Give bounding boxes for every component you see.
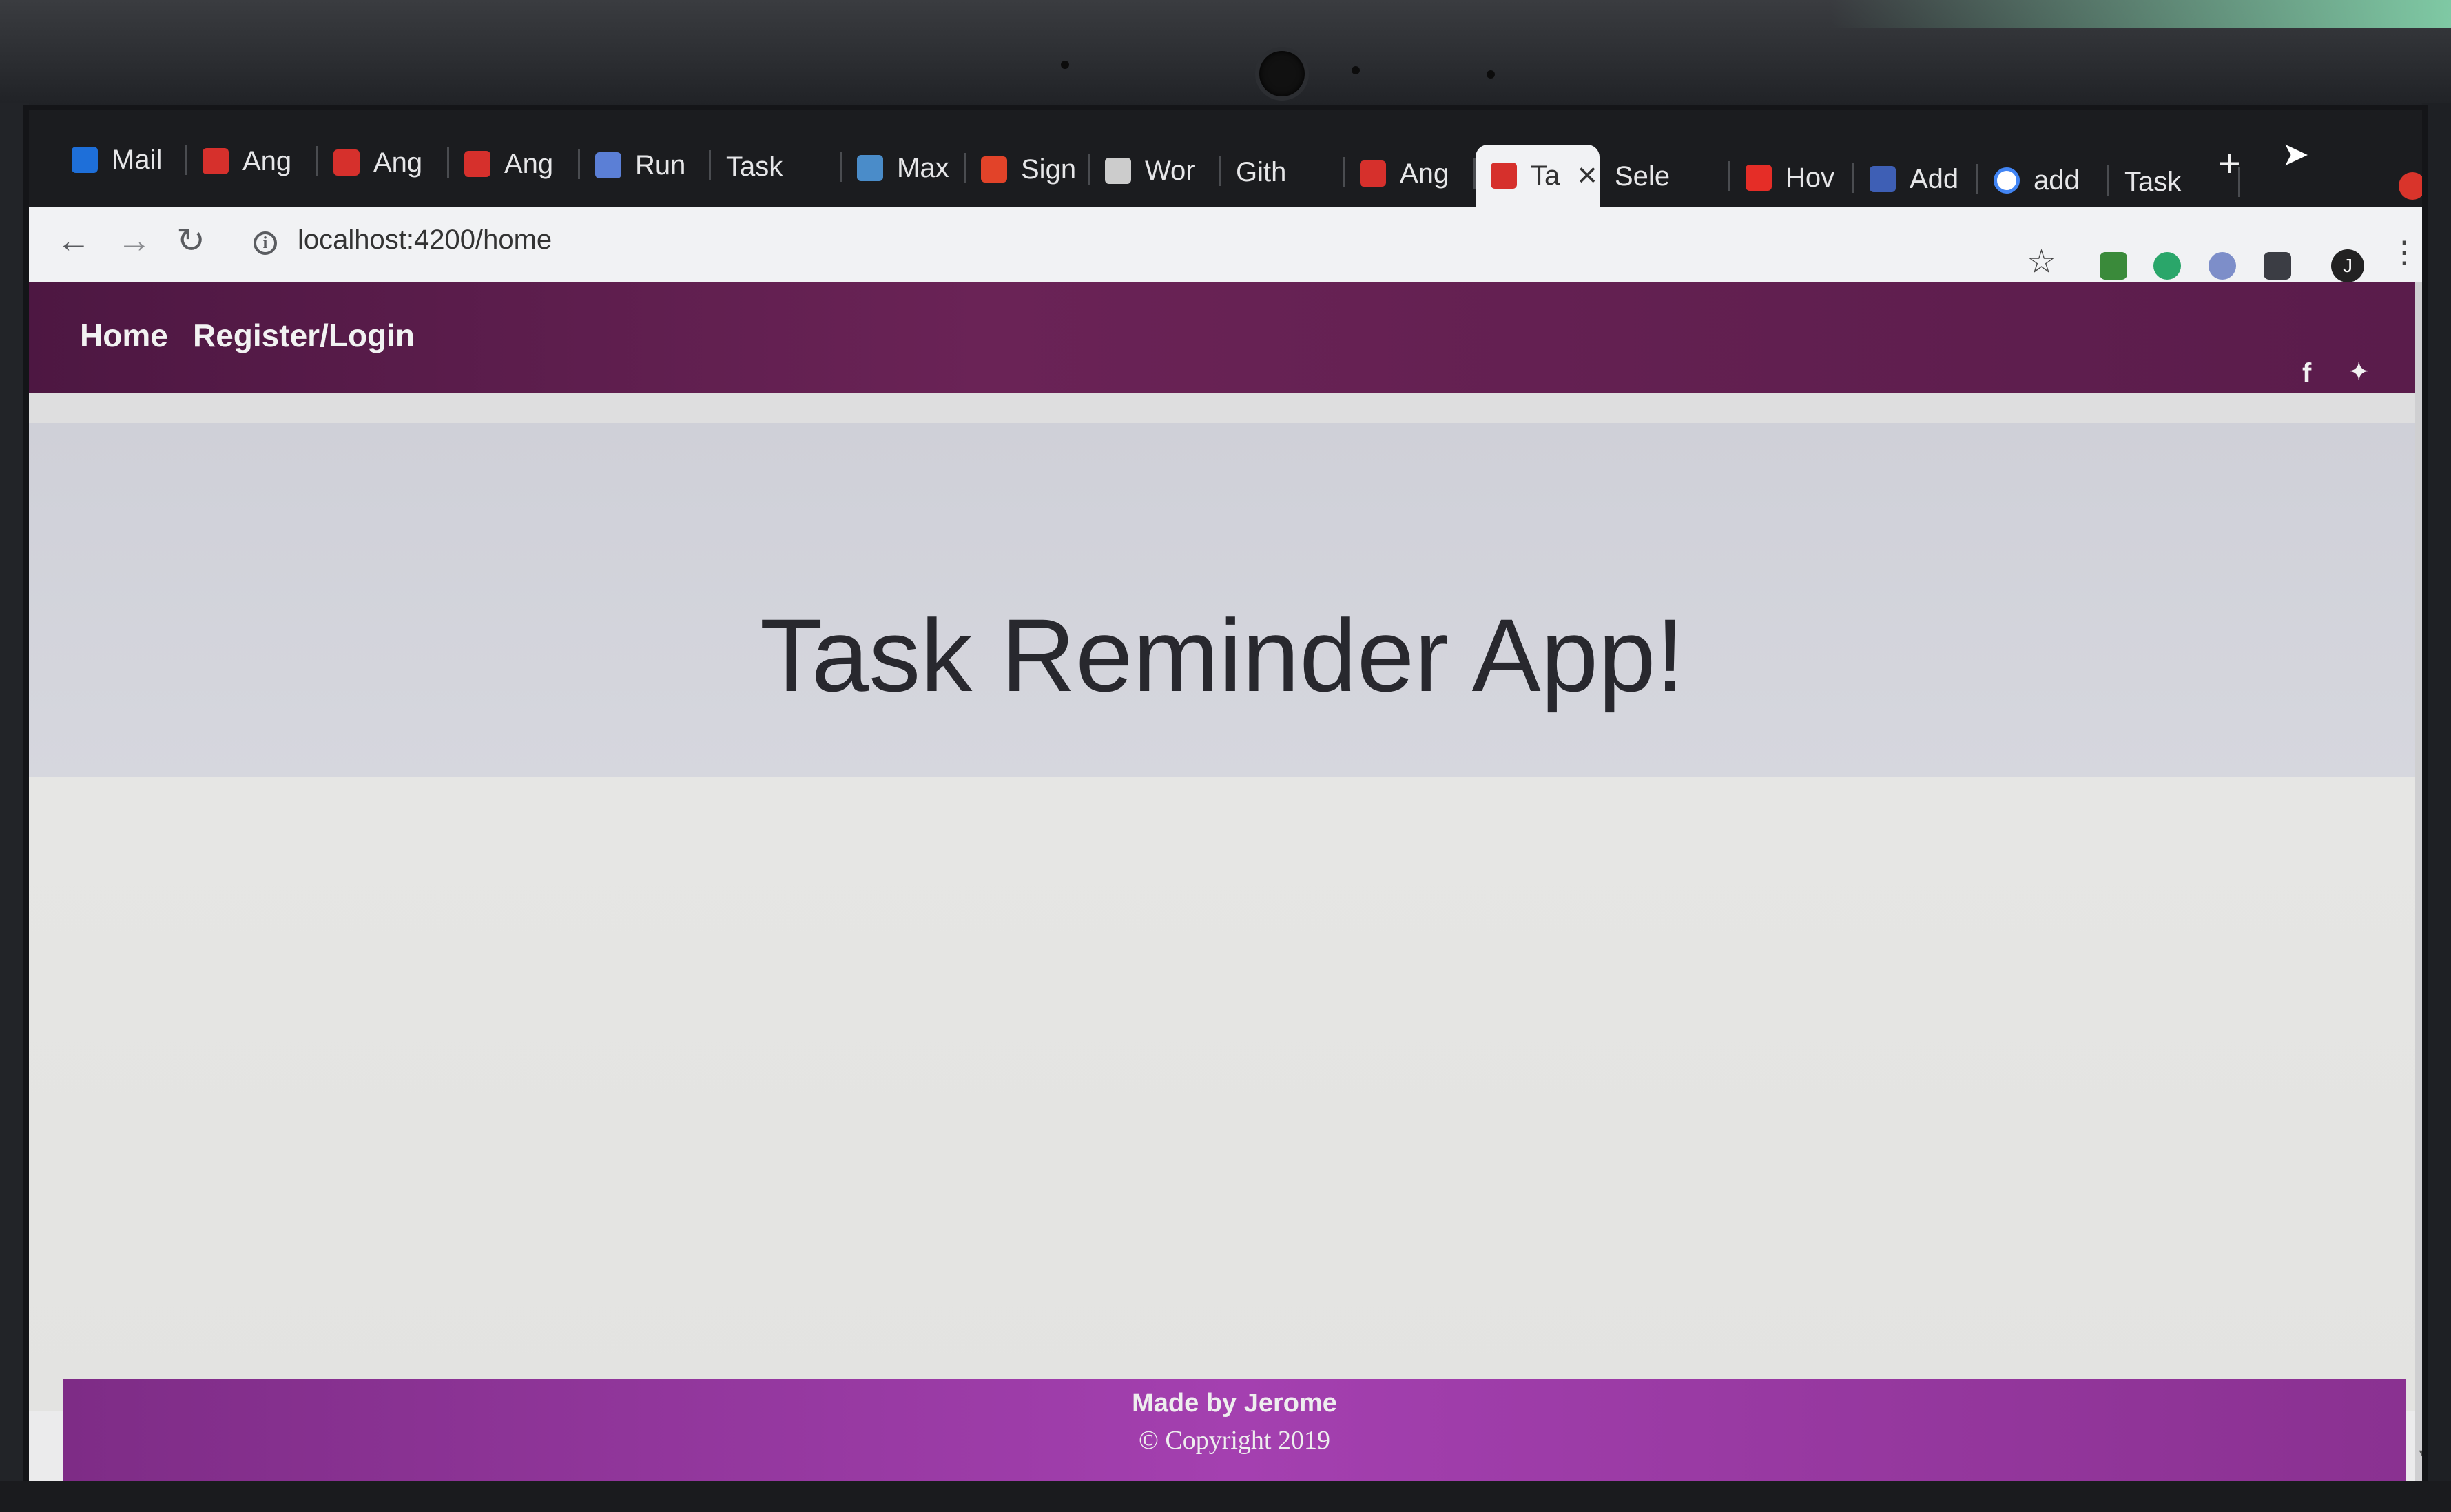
footer-made-by: Made by Jerome	[1132, 1389, 1337, 1418]
bezel-sensor	[1352, 66, 1360, 74]
runner-icon	[595, 152, 621, 178]
browser-tab-label: Gith	[1236, 156, 1287, 187]
browser-tab[interactable]: Max	[842, 135, 966, 201]
bezel-sensor	[1487, 70, 1495, 79]
s-icon	[857, 155, 883, 181]
facebook-icon[interactable]: f	[2302, 358, 2311, 389]
main-content-area	[29, 777, 2415, 1411]
google-icon	[1994, 167, 2020, 194]
footer: Made by Jerome © Copyright 2019	[63, 1379, 2406, 1481]
browser-tab-label: Mail	[112, 144, 163, 175]
browser-tab-label: Sele	[1615, 160, 1671, 191]
address-bar-url[interactable]: localhost:4200/home	[298, 225, 552, 256]
hero-jumbotron: Task Reminder App!	[29, 423, 2415, 777]
webcam	[1255, 47, 1309, 101]
footer-copyright: © Copyright 2019	[1139, 1426, 1330, 1455]
browser-tab-label: Max	[897, 152, 949, 183]
grammarly-icon[interactable]	[2153, 252, 2181, 280]
forward-arrow-icon[interactable]: →	[117, 220, 152, 260]
monitor-bezel-right	[2422, 103, 2451, 1481]
ext-icon	[1870, 166, 1896, 192]
monitor-bezel-bottom	[0, 1481, 2451, 1512]
browser-tab[interactable]: Ang	[318, 130, 449, 196]
browser-tab-label: Task	[2124, 166, 2182, 197]
browser-tab[interactable]: Ang	[187, 128, 318, 194]
tab-separator	[2238, 167, 2240, 197]
browser-tab-label: Wor	[1145, 155, 1195, 186]
screen: + ➤ Mail Ang Ang Ang Run Task Max Sign Wor Gith An…	[29, 110, 2422, 1481]
navbar-divider	[29, 393, 2415, 423]
browser-tab[interactable]: Wor	[1090, 138, 1221, 204]
web-page: Home Register/Login f ✦ Task Reminder Ap…	[29, 282, 2422, 1481]
twitter-icon[interactable]: ✦	[2349, 358, 2369, 386]
facebook-extension-icon[interactable]	[2264, 252, 2291, 280]
close-tab-icon[interactable]: ✕	[1576, 160, 1598, 191]
browser-tab-label: Run	[635, 149, 686, 180]
angular-icon	[333, 149, 360, 176]
window-close-button[interactable]	[2399, 172, 2422, 200]
monitor-bezel-left	[0, 103, 29, 1481]
browser-tab[interactable]: Mail	[56, 127, 187, 193]
browser-tab[interactable]: Sele	[1600, 143, 1730, 209]
nav-register-login-link[interactable]: Register/Login	[193, 317, 415, 354]
browser-tab-label: Task	[726, 151, 783, 182]
nav-home-link[interactable]: Home	[80, 317, 168, 354]
browser-tab[interactable]: Ang	[449, 131, 580, 197]
browser-tab-label: Ta	[1531, 160, 1560, 191]
browser-tab-label: Sign	[1021, 154, 1077, 185]
browser-tab-label: Ang	[373, 147, 423, 178]
browser-tab[interactable]: Run	[580, 132, 711, 198]
browser-tab-label: Ang	[242, 145, 292, 176]
browser-tab-label: Hov	[1786, 162, 1835, 193]
gitlab-icon	[981, 156, 1007, 183]
extension-icon[interactable]	[2100, 252, 2127, 280]
browser-toolbar: ← → ↻ i localhost:4200/home ☆ J ⋮	[29, 207, 2422, 284]
browser-tab[interactable]: Ta ✕	[1476, 145, 1600, 207]
browser-tab[interactable]: Task	[2109, 149, 2240, 215]
browser-tab[interactable]: Hov	[1730, 145, 1854, 211]
bezel-sensor	[1061, 61, 1069, 69]
angular-icon	[464, 151, 490, 177]
browser-tab[interactable]: Task	[711, 134, 842, 200]
browser-tab[interactable]: add	[1978, 147, 2109, 214]
outlook-icon	[72, 147, 98, 173]
site-info-icon[interactable]: i	[254, 231, 277, 255]
browser-tab-label: Ang	[504, 148, 554, 179]
bookmark-star-icon[interactable]: ☆	[2027, 242, 2056, 281]
angular-icon	[1491, 163, 1517, 189]
monitor-bezel-top	[0, 0, 2451, 110]
browser-tab[interactable]: Gith	[1221, 139, 1345, 205]
angular-icon	[203, 148, 229, 174]
youtube-icon	[1746, 165, 1772, 191]
reload-icon[interactable]: ↻	[176, 220, 205, 260]
background-wall	[1831, 0, 2451, 28]
browser-tab[interactable]: Add	[1854, 146, 1978, 212]
profile-avatar[interactable]: J	[2331, 249, 2364, 282]
browser-tab[interactable]: Ang	[1345, 141, 1476, 207]
wordpress-icon	[1105, 158, 1131, 184]
navbar: Home Register/Login f ✦	[29, 282, 2415, 393]
browser-menu-icon[interactable]: ⋮	[2389, 238, 2419, 268]
mouse-cursor-icon: ➤	[2282, 136, 2310, 173]
extension-icon[interactable]	[2209, 252, 2236, 280]
browser-tab[interactable]: Sign	[966, 136, 1090, 203]
angular-icon	[1360, 160, 1386, 187]
browser-tab-label: Add	[1910, 163, 1959, 194]
browser-tab-strip: + ➤ Mail Ang Ang Ang Run Task Max Sign Wor Gith An…	[29, 110, 2422, 207]
browser-tab-label: Ang	[1400, 158, 1449, 189]
scroll-down-arrow-icon[interactable]: ▼	[2417, 1447, 2422, 1461]
back-arrow-icon[interactable]: ←	[56, 220, 91, 260]
page-scrollbar[interactable]	[2415, 282, 2422, 1481]
page-title: Task Reminder App!	[759, 597, 1685, 713]
browser-tab-label: add	[2034, 165, 2080, 196]
